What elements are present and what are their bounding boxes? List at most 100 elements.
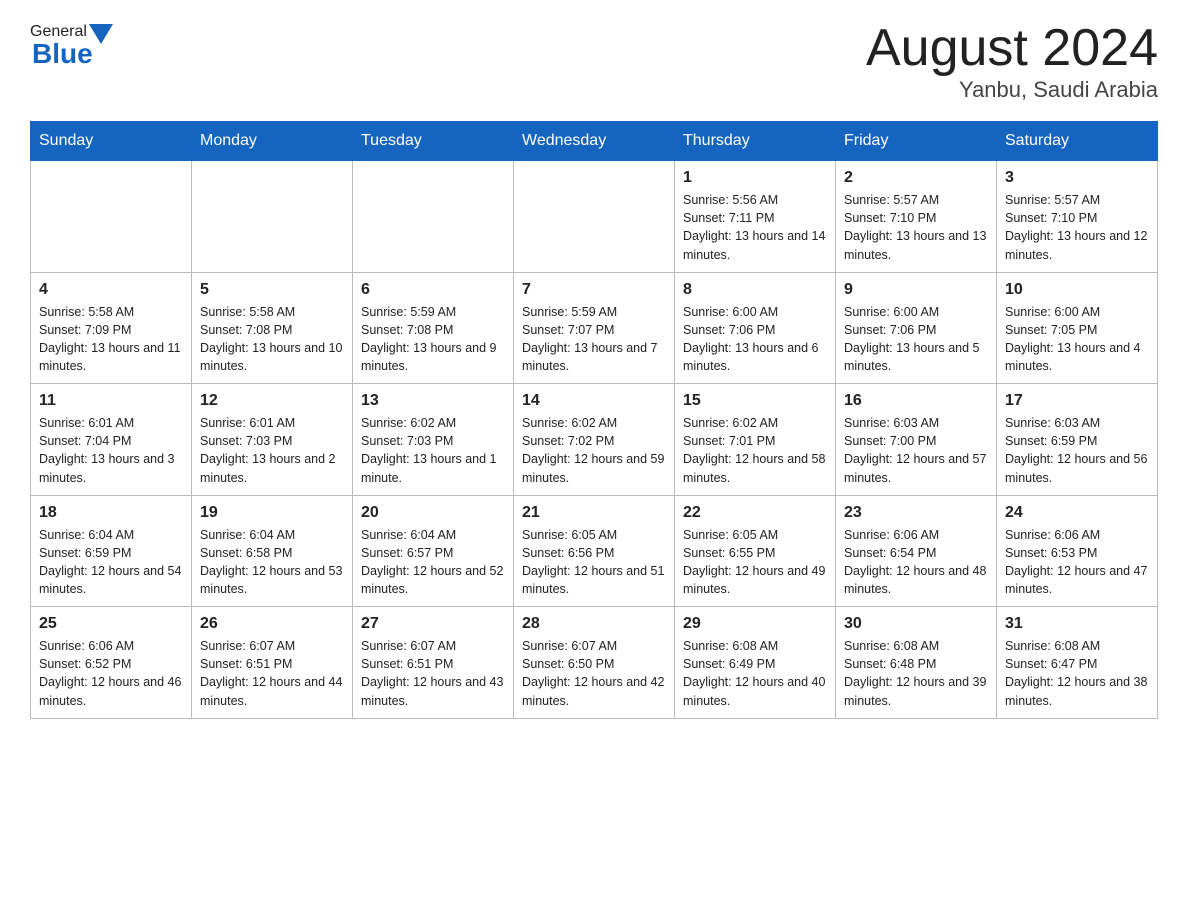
calendar-cell: 16 Sunrise: 6:03 AMSunset: 7:00 PMDayligh…	[836, 384, 997, 496]
calendar-cell: 15Sunrise: 6:02 AMSunset: 7:01 PMDayligh…	[675, 384, 836, 496]
calendar-cell: 8 Sunrise: 6:00 AMSunset: 7:06 PMDaylight…	[675, 272, 836, 384]
day-number: 3	[1005, 169, 1149, 187]
day-info: Sunrise: 6:07 AMSunset: 6:50 PMDaylight:…	[522, 637, 666, 710]
calendar-cell: 1 Sunrise: 5:56 AMSunset: 7:11 PMDaylight…	[675, 161, 836, 273]
calendar-cell: 26 Sunrise: 6:07 AMSunset: 6:51 PMDayligh…	[192, 607, 353, 719]
day-info: Sunrise: 5:58 AMSunset: 7:09 PMDaylight:…	[39, 303, 183, 376]
calendar-header-row: SundayMondayTuesdayWednesdayThursdayFrid…	[31, 122, 1158, 161]
calendar-cell: 25 Sunrise: 6:06 AMSunset: 6:52 PMDayligh…	[31, 607, 192, 719]
header-thursday: Thursday	[675, 122, 836, 161]
week-row-3: 11 Sunrise: 6:01 AMSunset: 7:04 PMDayligh…	[31, 384, 1158, 496]
day-number: 16	[844, 392, 988, 410]
day-number: 27	[361, 615, 505, 633]
day-number: 25	[39, 615, 183, 633]
day-number: 13	[361, 392, 505, 410]
calendar-cell: 2Sunrise: 5:57 AMSunset: 7:10 PMDaylight…	[836, 161, 997, 273]
calendar-cell: 27 Sunrise: 6:07 AMSunset: 6:51 PMDayligh…	[353, 607, 514, 719]
day-number: 24	[1005, 504, 1149, 522]
logo: General Blue	[30, 20, 113, 70]
calendar-cell: 31 Sunrise: 6:08 AMSunset: 6:47 PMDayligh…	[997, 607, 1158, 719]
day-info: Sunrise: 5:56 AMSunset: 7:11 PMDaylight:…	[683, 191, 827, 264]
day-info: Sunrise: 6:05 AMSunset: 6:56 PMDaylight:…	[522, 526, 666, 599]
day-number: 1	[683, 169, 827, 187]
calendar-cell: 3 Sunrise: 5:57 AMSunset: 7:10 PMDaylight…	[997, 161, 1158, 273]
day-number: 26	[200, 615, 344, 633]
day-info: Sunrise: 6:08 AMSunset: 6:49 PMDaylight:…	[683, 637, 827, 710]
calendar-cell: 12 Sunrise: 6:01 AMSunset: 7:03 PMDayligh…	[192, 384, 353, 496]
calendar-cell: 9 Sunrise: 6:00 AMSunset: 7:06 PMDaylight…	[836, 272, 997, 384]
day-number: 9	[844, 281, 988, 299]
day-info: Sunrise: 6:02 AMSunset: 7:03 PMDaylight:…	[361, 414, 505, 487]
day-number: 12	[200, 392, 344, 410]
calendar-cell: 7Sunrise: 5:59 AMSunset: 7:07 PMDaylight…	[514, 272, 675, 384]
day-info: Sunrise: 5:57 AMSunset: 7:10 PMDaylight:…	[1005, 191, 1149, 264]
calendar-cell: 19Sunrise: 6:04 AMSunset: 6:58 PMDayligh…	[192, 495, 353, 607]
day-number: 4	[39, 281, 183, 299]
day-number: 23	[844, 504, 988, 522]
calendar-cell	[31, 161, 192, 273]
day-number: 2	[844, 169, 988, 187]
week-row-1: 1 Sunrise: 5:56 AMSunset: 7:11 PMDaylight…	[31, 161, 1158, 273]
calendar-cell: 30Sunrise: 6:08 AMSunset: 6:48 PMDayligh…	[836, 607, 997, 719]
day-info: Sunrise: 6:06 AMSunset: 6:52 PMDaylight:…	[39, 637, 183, 710]
day-info: Sunrise: 6:02 AMSunset: 7:01 PMDaylight:…	[683, 414, 827, 487]
calendar-cell: 20 Sunrise: 6:04 AMSunset: 6:57 PMDayligh…	[353, 495, 514, 607]
day-info: Sunrise: 6:06 AMSunset: 6:54 PMDaylight:…	[844, 526, 988, 599]
calendar-cell: 21Sunrise: 6:05 AMSunset: 6:56 PMDayligh…	[514, 495, 675, 607]
calendar-cell: 28 Sunrise: 6:07 AMSunset: 6:50 PMDayligh…	[514, 607, 675, 719]
day-info: Sunrise: 5:58 AMSunset: 7:08 PMDaylight:…	[200, 303, 344, 376]
day-info: Sunrise: 6:01 AMSunset: 7:03 PMDaylight:…	[200, 414, 344, 487]
day-info: Sunrise: 6:03 AMSunset: 6:59 PMDaylight:…	[1005, 414, 1149, 487]
header-tuesday: Tuesday	[353, 122, 514, 161]
header-saturday: Saturday	[997, 122, 1158, 161]
calendar-cell: 22 Sunrise: 6:05 AMSunset: 6:55 PMDayligh…	[675, 495, 836, 607]
week-row-4: 18 Sunrise: 6:04 AMSunset: 6:59 PMDayligh…	[31, 495, 1158, 607]
day-info: Sunrise: 6:00 AMSunset: 7:06 PMDaylight:…	[844, 303, 988, 376]
week-row-2: 4 Sunrise: 5:58 AMSunset: 7:09 PMDaylight…	[31, 272, 1158, 384]
day-info: Sunrise: 6:00 AMSunset: 7:06 PMDaylight:…	[683, 303, 827, 376]
calendar-title: August 2024	[866, 20, 1158, 77]
day-info: Sunrise: 6:03 AMSunset: 7:00 PMDaylight:…	[844, 414, 988, 487]
day-number: 20	[361, 504, 505, 522]
day-info: Sunrise: 6:04 AMSunset: 6:59 PMDaylight:…	[39, 526, 183, 599]
week-row-5: 25 Sunrise: 6:06 AMSunset: 6:52 PMDayligh…	[31, 607, 1158, 719]
logo-blue-text: Blue	[30, 38, 113, 70]
day-number: 17	[1005, 392, 1149, 410]
header-friday: Friday	[836, 122, 997, 161]
day-info: Sunrise: 5:59 AMSunset: 7:07 PMDaylight:…	[522, 303, 666, 376]
day-info: Sunrise: 6:02 AMSunset: 7:02 PMDaylight:…	[522, 414, 666, 487]
calendar-cell: 18 Sunrise: 6:04 AMSunset: 6:59 PMDayligh…	[31, 495, 192, 607]
day-number: 11	[39, 392, 183, 410]
day-number: 28	[522, 615, 666, 633]
calendar-cell: 11 Sunrise: 6:01 AMSunset: 7:04 PMDayligh…	[31, 384, 192, 496]
day-number: 18	[39, 504, 183, 522]
day-info: Sunrise: 6:05 AMSunset: 6:55 PMDaylight:…	[683, 526, 827, 599]
header-wednesday: Wednesday	[514, 122, 675, 161]
calendar-cell: 4 Sunrise: 5:58 AMSunset: 7:09 PMDaylight…	[31, 272, 192, 384]
title-block: August 2024 Yanbu, Saudi Arabia	[866, 20, 1158, 103]
calendar-cell	[353, 161, 514, 273]
day-info: Sunrise: 6:04 AMSunset: 6:58 PMDaylight:…	[200, 526, 344, 599]
day-number: 8	[683, 281, 827, 299]
day-info: Sunrise: 6:07 AMSunset: 6:51 PMDaylight:…	[200, 637, 344, 710]
calendar-cell: 23 Sunrise: 6:06 AMSunset: 6:54 PMDayligh…	[836, 495, 997, 607]
calendar-subtitle: Yanbu, Saudi Arabia	[866, 77, 1158, 103]
page-header: General Blue August 2024 Yanbu, Saudi Ar…	[30, 20, 1158, 103]
calendar-cell: 10Sunrise: 6:00 AMSunset: 7:05 PMDayligh…	[997, 272, 1158, 384]
day-info: Sunrise: 6:08 AMSunset: 6:48 PMDaylight:…	[844, 637, 988, 710]
day-number: 6	[361, 281, 505, 299]
calendar-cell: 17 Sunrise: 6:03 AMSunset: 6:59 PMDayligh…	[997, 384, 1158, 496]
day-number: 31	[1005, 615, 1149, 633]
calendar-cell	[514, 161, 675, 273]
calendar-cell: 29 Sunrise: 6:08 AMSunset: 6:49 PMDayligh…	[675, 607, 836, 719]
day-number: 29	[683, 615, 827, 633]
day-info: Sunrise: 6:07 AMSunset: 6:51 PMDaylight:…	[361, 637, 505, 710]
day-number: 10	[1005, 281, 1149, 299]
day-info: Sunrise: 6:04 AMSunset: 6:57 PMDaylight:…	[361, 526, 505, 599]
calendar-cell: 13 Sunrise: 6:02 AMSunset: 7:03 PMDayligh…	[353, 384, 514, 496]
day-info: Sunrise: 6:01 AMSunset: 7:04 PMDaylight:…	[39, 414, 183, 487]
day-info: Sunrise: 6:08 AMSunset: 6:47 PMDaylight:…	[1005, 637, 1149, 710]
day-number: 22	[683, 504, 827, 522]
day-info: Sunrise: 6:06 AMSunset: 6:53 PMDaylight:…	[1005, 526, 1149, 599]
header-sunday: Sunday	[31, 122, 192, 161]
